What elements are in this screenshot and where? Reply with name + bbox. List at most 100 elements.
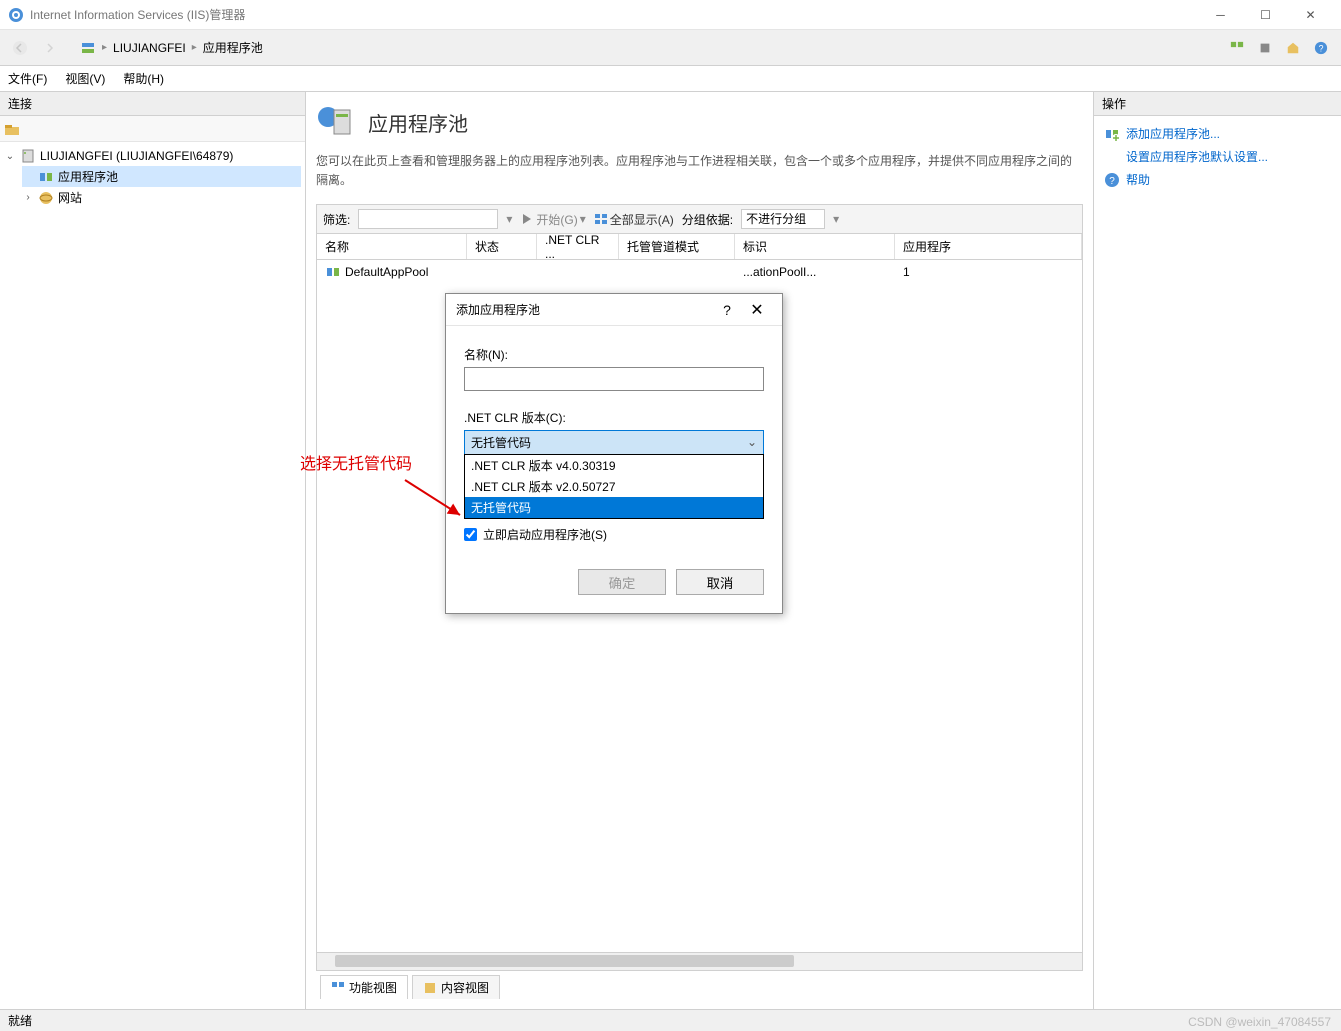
start-immediately-label: 立即启动应用程序池(S) xyxy=(483,526,607,543)
table-row[interactable]: DefaultAppPool ...ationPoolI... 1 xyxy=(317,260,1082,284)
home-button[interactable] xyxy=(1281,36,1305,60)
column-pipeline[interactable]: 托管管道模式 xyxy=(619,234,735,259)
filter-dropdown-icon[interactable]: ▾ xyxy=(506,212,512,226)
navigation-bar: ▸ LIUJIANGFEI ▸ 应用程序池 ? xyxy=(0,30,1341,66)
column-name[interactable]: 名称 xyxy=(317,234,467,259)
column-status[interactable]: 状态 xyxy=(467,234,537,259)
add-pool-icon xyxy=(1104,126,1120,142)
features-view-tab[interactable]: 功能视图 xyxy=(320,975,408,999)
menu-file[interactable]: 文件(F) xyxy=(8,70,47,87)
annotation-text: 选择无托管代码 xyxy=(300,450,412,474)
actions-header: 操作 xyxy=(1094,92,1341,116)
filter-label: 筛选: xyxy=(323,211,350,228)
cell-clr xyxy=(537,270,619,274)
server-icon xyxy=(20,148,36,164)
minimize-button[interactable]: ─ xyxy=(1198,1,1243,29)
content-view-tab[interactable]: 内容视图 xyxy=(412,975,500,999)
horizontal-scrollbar[interactable] xyxy=(316,953,1083,971)
filter-input[interactable] xyxy=(358,209,498,229)
cell-pipeline xyxy=(619,270,735,274)
add-app-pool-dialog: 添加应用程序池 ? ✕ 名称(N): .NET CLR 版本(C): 无托管代码… xyxy=(445,293,783,614)
menu-help[interactable]: 帮助(H) xyxy=(123,70,164,87)
column-clr[interactable]: .NET CLR ... xyxy=(537,234,619,259)
connections-panel: 连接 ⌄ LIUJIANGFEI (LIUJIANGFEI\64879) 应用程… xyxy=(0,92,306,1009)
app-pool-large-icon xyxy=(316,102,356,142)
window-titlebar: Internet Information Services (IIS)管理器 ─… xyxy=(0,0,1341,30)
help-icon: ? xyxy=(1104,172,1120,188)
collapse-icon[interactable]: ⌄ xyxy=(4,151,16,162)
stop-button[interactable] xyxy=(1253,36,1277,60)
cell-identity: ...ationPoolI... xyxy=(735,263,895,281)
server-icon xyxy=(80,40,96,56)
features-icon xyxy=(331,981,345,995)
page-title: 应用程序池 xyxy=(368,108,468,137)
menu-bar: 文件(F) 视图(V) 帮助(H) xyxy=(0,66,1341,92)
back-button[interactable] xyxy=(8,36,32,60)
action-add-pool[interactable]: 添加应用程序池... xyxy=(1100,122,1335,145)
connections-tree: ⌄ LIUJIANGFEI (LIUJIANGFEI\64879) 应用程序池 … xyxy=(0,142,305,212)
tree-sites-label: 网站 xyxy=(58,189,82,206)
dialog-titlebar: 添加应用程序池 ? ✕ xyxy=(446,294,782,326)
menu-view[interactable]: 视图(V) xyxy=(65,70,105,87)
app-pool-icon xyxy=(38,169,54,185)
chevron-right-icon: ▸ xyxy=(102,42,107,53)
breadcrumb-current[interactable]: 应用程序池 xyxy=(203,39,263,56)
tree-sites-node[interactable]: › 网站 xyxy=(22,187,301,208)
help-button[interactable]: ? xyxy=(1309,36,1333,60)
status-bar: 就绪 xyxy=(0,1009,1341,1031)
ok-button[interactable]: 确定 xyxy=(578,569,666,595)
clr-selected-value: 无托管代码 xyxy=(465,431,763,454)
page-description: 您可以在此页上查看和管理服务器上的应用程序池列表。应用程序池与工作进程相关联，包… xyxy=(316,152,1083,190)
connections-toolbar xyxy=(0,116,305,142)
svg-text:?: ? xyxy=(1319,43,1324,53)
show-all-button[interactable]: 全部显示(A) xyxy=(594,211,674,228)
action-help[interactable]: ?帮助 xyxy=(1100,168,1335,191)
dialog-close-button[interactable]: ✕ xyxy=(742,300,772,320)
connect-icon[interactable] xyxy=(4,121,20,137)
column-apps[interactable]: 应用程序 xyxy=(895,234,1082,259)
group-dropdown-icon[interactable]: ▾ xyxy=(833,212,839,226)
clr-field-label: .NET CLR 版本(C): xyxy=(464,409,764,426)
name-input[interactable] xyxy=(464,367,764,391)
clr-option-nomanaged[interactable]: 无托管代码 xyxy=(465,497,763,518)
tree-app-pools-node[interactable]: 应用程序池 xyxy=(22,166,301,187)
dialog-title: 添加应用程序池 xyxy=(456,301,712,318)
tree-server-node[interactable]: ⌄ LIUJIANGFEI (LIUJIANGFEI\64879) xyxy=(4,146,301,166)
chevron-down-icon: ⌄ xyxy=(747,435,757,449)
iis-icon xyxy=(8,7,24,23)
cell-status xyxy=(467,270,537,274)
column-identity[interactable]: 标识 xyxy=(735,234,895,259)
window-title: Internet Information Services (IIS)管理器 xyxy=(30,6,1198,23)
breadcrumb-server[interactable]: LIUJIANGFEI xyxy=(113,41,186,55)
status-text: 就绪 xyxy=(8,1012,32,1029)
start-immediately-row[interactable]: 立即启动应用程序池(S) xyxy=(464,526,764,543)
group-by-dropdown[interactable]: 不进行分组 xyxy=(741,209,825,229)
action-set-defaults[interactable]: 设置应用程序池默认设置... xyxy=(1122,145,1335,168)
view-tabs: 功能视图 内容视图 xyxy=(316,975,1083,999)
start-immediately-checkbox[interactable] xyxy=(464,528,477,541)
expand-icon[interactable]: › xyxy=(22,192,34,203)
forward-button[interactable] xyxy=(38,36,62,60)
clr-option-v4[interactable]: .NET CLR 版本 v4.0.30319 xyxy=(465,455,763,476)
cell-name: DefaultAppPool xyxy=(345,265,428,279)
close-button[interactable]: ✕ xyxy=(1288,1,1333,29)
clr-dropdown-list: .NET CLR 版本 v4.0.30319 .NET CLR 版本 v2.0.… xyxy=(464,454,764,519)
tree-app-pools-label: 应用程序池 xyxy=(58,168,118,185)
breadcrumb: ▸ LIUJIANGFEI ▸ 应用程序池 xyxy=(80,39,1219,56)
refresh-all-button[interactable] xyxy=(1225,36,1249,60)
start-button[interactable]: 开始(G) ▾ xyxy=(520,211,585,228)
sites-icon xyxy=(38,190,54,206)
dialog-help-button[interactable]: ? xyxy=(712,302,742,318)
table-header: 名称 状态 .NET CLR ... 托管管道模式 标识 应用程序 xyxy=(316,234,1083,260)
tree-server-label: LIUJIANGFEI (LIUJIANGFEI\64879) xyxy=(40,149,233,163)
cell-apps: 1 xyxy=(895,263,1082,281)
cancel-button[interactable]: 取消 xyxy=(676,569,764,595)
clr-option-v2[interactable]: .NET CLR 版本 v2.0.50727 xyxy=(465,476,763,497)
watermark: CSDN @weixin_47084557 xyxy=(1188,1015,1331,1029)
group-by-label: 分组依据: xyxy=(682,211,733,228)
maximize-button[interactable]: ☐ xyxy=(1243,1,1288,29)
content-icon xyxy=(423,981,437,995)
pool-icon xyxy=(325,264,341,280)
clr-version-select[interactable]: 无托管代码 ⌄ .NET CLR 版本 v4.0.30319 .NET CLR … xyxy=(464,430,764,454)
actions-panel: 操作 添加应用程序池... 设置应用程序池默认设置... ?帮助 xyxy=(1093,92,1341,1009)
